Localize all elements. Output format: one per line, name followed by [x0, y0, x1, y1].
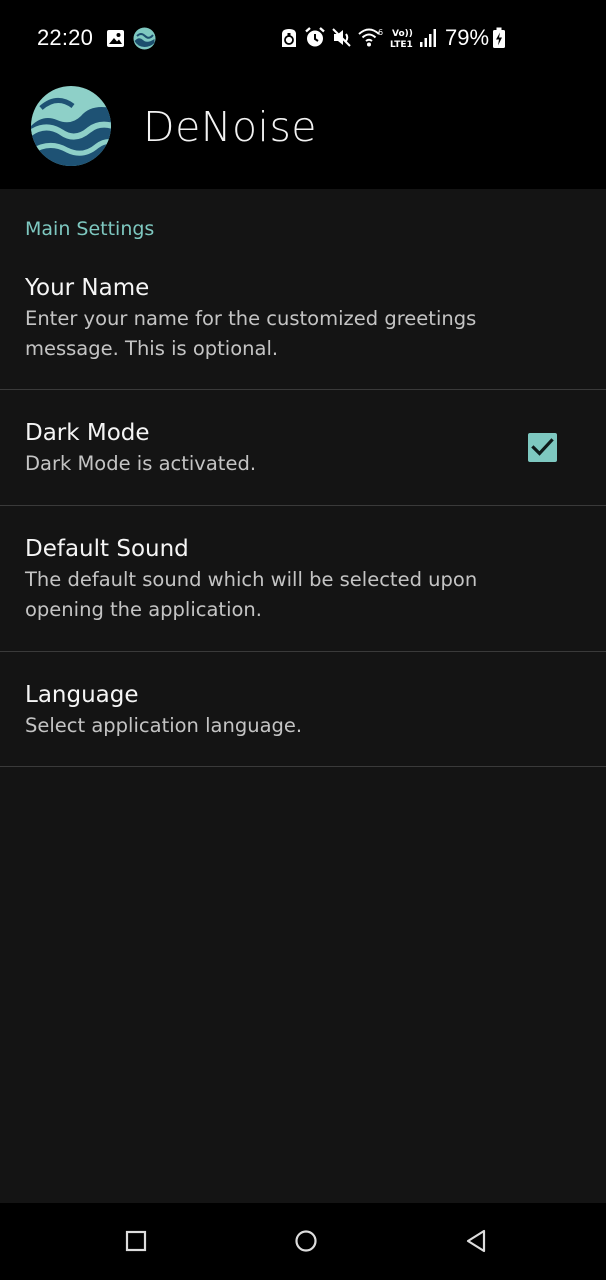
svg-text:6: 6: [378, 28, 383, 37]
denoise-logo-icon: [31, 86, 111, 166]
app-title: DeNoise: [143, 103, 318, 151]
svg-text:LTE1: LTE1: [390, 40, 413, 50]
pref-summary: Enter your name for the customized greet…: [25, 307, 477, 360]
svg-text:Vo)): Vo)): [392, 29, 413, 39]
home-circle-icon[interactable]: [286, 1221, 326, 1261]
pref-summary: Select application language.: [25, 714, 303, 737]
pref-summary: The default sound which will be selected…: [25, 568, 478, 621]
pref-title: Your Name: [25, 275, 150, 301]
denoise-app-icon: [133, 27, 156, 50]
app-bar: DeNoise: [0, 76, 606, 189]
pref-your-name[interactable]: Your Name Enter your name for the custom…: [0, 252, 606, 390]
dark-mode-checkbox[interactable]: [528, 433, 557, 462]
pref-title: Dark Mode: [25, 420, 150, 446]
section-header: Main Settings: [25, 218, 155, 240]
status-time: 22:20: [37, 25, 94, 50]
mute-icon: [332, 28, 351, 47]
recycle-icon: [282, 29, 296, 47]
navigation-bar: [0, 1203, 606, 1280]
pref-language[interactable]: Language Select application language.: [0, 652, 606, 767]
status-bar: 22:20 6 Vo)) LTE1 79%: [0, 0, 606, 76]
back-triangle-icon[interactable]: [456, 1221, 496, 1261]
wifi-icon: 6: [358, 28, 383, 47]
volte-icon: Vo)) LTE1: [390, 29, 413, 50]
image-icon: [107, 30, 124, 47]
pref-title: Default Sound: [25, 536, 189, 562]
battery-percent: 79%: [445, 25, 490, 50]
signal-icon: [420, 29, 436, 47]
settings-list: Main Settings Your Name Enter your name …: [0, 189, 606, 1203]
pref-summary: Dark Mode is activated.: [25, 452, 257, 475]
recents-square-icon[interactable]: [116, 1221, 156, 1261]
pref-title: Language: [25, 682, 139, 708]
alarm-icon: [305, 27, 325, 47]
checkmark-icon: [531, 438, 554, 456]
pref-default-sound[interactable]: Default Sound The default sound which wi…: [0, 506, 606, 652]
pref-dark-mode[interactable]: Dark Mode Dark Mode is activated.: [0, 390, 606, 506]
battery-charging-icon: [493, 27, 505, 48]
